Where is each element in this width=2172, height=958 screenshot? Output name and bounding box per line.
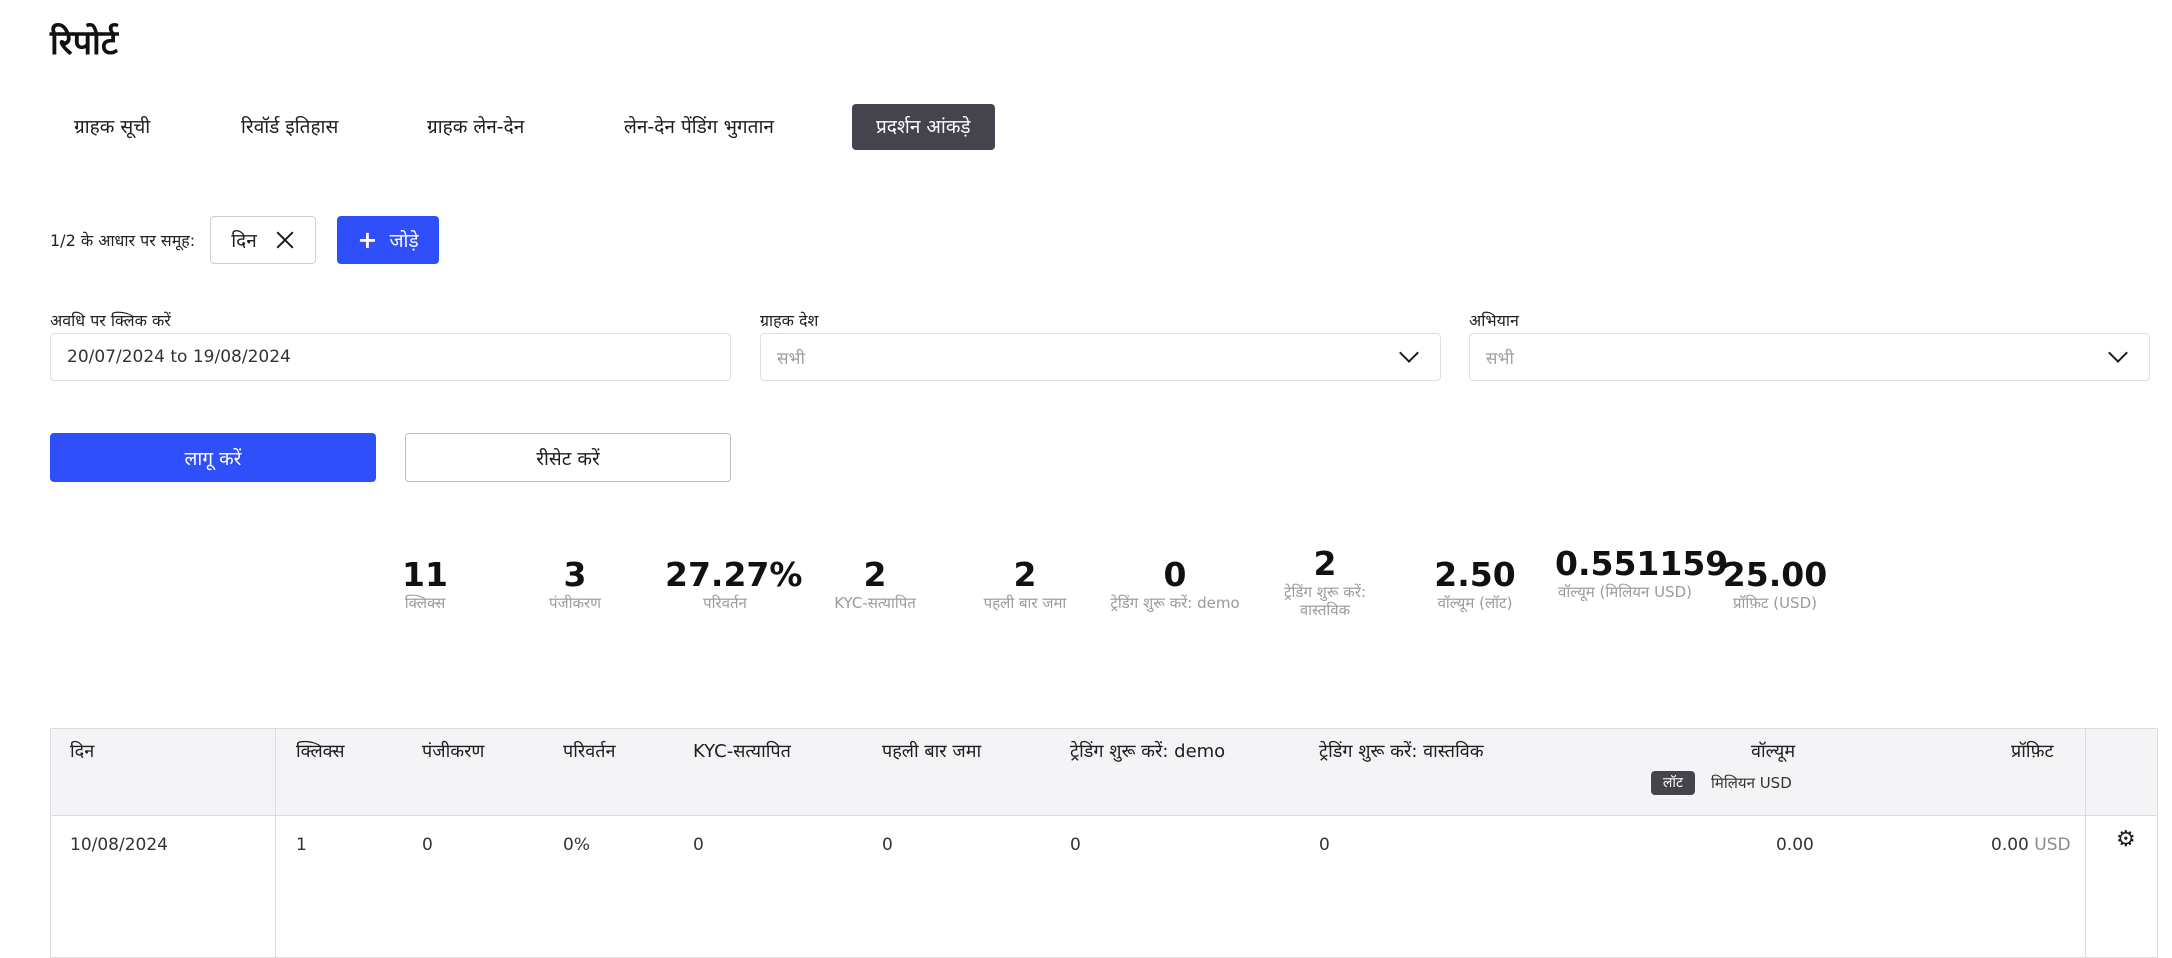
stats-table: दिन क्लिक्स पंजीकरण परिवर्तन KYC-सत्यापि… bbox=[50, 728, 2158, 958]
col-profit[interactable]: प्रॉफ़िट bbox=[2011, 739, 2054, 763]
period-value: 20/07/2024 to 19/08/2024 bbox=[67, 347, 291, 367]
stat-label: ट्रेडिंग शुरू करें: वास्तविक bbox=[1283, 582, 1366, 619]
close-icon[interactable] bbox=[275, 230, 295, 250]
cell-clicks: 1 bbox=[296, 835, 307, 855]
volume-toggle-lots[interactable]: लॉट bbox=[1651, 771, 1695, 795]
tab-performance-stats[interactable]: प्रदर्शन आंकड़े bbox=[852, 104, 995, 150]
plus-icon: + bbox=[357, 226, 378, 254]
cell-registrations: 0 bbox=[422, 835, 433, 855]
stat-label: वॉल्यूम (मिलियन USD) bbox=[1558, 582, 1692, 601]
stat-trading-demo: 0 ट्रेडिंग शुरू करें: demo bbox=[1100, 556, 1250, 612]
stat-label: ट्रेडिंग शुरू करें: demo bbox=[1110, 593, 1240, 612]
period-field[interactable]: 20/07/2024 to 19/08/2024 bbox=[50, 333, 731, 381]
apply-button[interactable]: लागू करें bbox=[50, 433, 376, 482]
cell-trading-demo: 0 bbox=[1070, 835, 1081, 855]
tab-customer-transactions[interactable]: ग्राहक लेन-देन bbox=[403, 104, 548, 150]
campaign-label: अभियान bbox=[1469, 311, 1519, 330]
stat-value: 2 bbox=[1013, 555, 1037, 594]
table-header: दिन क्लिक्स पंजीकरण परिवर्तन KYC-सत्यापि… bbox=[51, 729, 2157, 816]
country-label: ग्राहक देश bbox=[760, 311, 819, 330]
chevron-down-icon bbox=[2108, 343, 2128, 363]
stat-value: 2 bbox=[1313, 544, 1337, 583]
stat-value: 0 bbox=[1163, 555, 1187, 594]
reset-button[interactable]: रीसेट करें bbox=[405, 433, 731, 482]
stat-profit: 25.00 प्रॉफ़िट (USD) bbox=[1715, 556, 1835, 612]
stat-kyc: 2 KYC-सत्यापित bbox=[815, 556, 935, 612]
stat-volume-lots: 2.50 वॉल्यूम (लॉट) bbox=[1415, 556, 1535, 612]
col-day[interactable]: दिन bbox=[70, 739, 94, 763]
add-group-label: जोड़े bbox=[389, 230, 419, 252]
stat-value: 27.27% bbox=[665, 555, 803, 594]
stat-registrations: 3 पंजीकरण bbox=[525, 556, 625, 612]
stat-conversion: 27.27% परिवर्तन bbox=[665, 555, 803, 612]
group-by-label: 1/2 के आधार पर समूह: bbox=[50, 231, 196, 250]
chevron-down-icon bbox=[1399, 343, 1419, 363]
cell-volume: 0.00 bbox=[1776, 835, 1814, 855]
add-group-button[interactable]: + जोड़े bbox=[337, 216, 439, 264]
stat-label: क्लिक्स bbox=[404, 593, 446, 612]
cell-profit: 0.00 USD bbox=[1991, 835, 2071, 855]
stat-trading-real: 2 ट्रेडिंग शुरू करें: वास्तविक bbox=[1275, 545, 1375, 619]
stat-label: वॉल्यूम (लॉट) bbox=[1437, 593, 1513, 612]
stat-label: पहली बार जमा bbox=[983, 593, 1067, 612]
stat-value: 0.551159 bbox=[1555, 544, 1729, 583]
stat-label: KYC-सत्यापित bbox=[834, 593, 916, 612]
group-by-chip: दिन bbox=[210, 216, 316, 264]
col-trading-real[interactable]: ट्रेडिंग शुरू करें: वास्तविक bbox=[1319, 739, 1484, 763]
column-divider bbox=[275, 729, 276, 957]
col-clicks[interactable]: क्लिक्स bbox=[296, 739, 345, 763]
period-label: अवधि पर क्लिक करें bbox=[50, 311, 171, 330]
cell-trading-real: 0 bbox=[1319, 835, 1330, 855]
cell-profit-value: 0.00 bbox=[1991, 835, 2029, 855]
col-volume[interactable]: वॉल्यूम bbox=[1751, 739, 1795, 763]
column-divider bbox=[2085, 729, 2086, 957]
country-placeholder: सभी bbox=[777, 348, 805, 369]
group-by-chip-label: दिन bbox=[231, 230, 257, 252]
stat-first-deposit: 2 पहली बार जमा bbox=[965, 556, 1085, 612]
col-trading-demo[interactable]: ट्रेडिंग शुरू करें: demo bbox=[1070, 739, 1225, 763]
stat-clicks: 11 क्लिक्स bbox=[380, 556, 470, 612]
cell-kyc: 0 bbox=[693, 835, 704, 855]
stat-volume-usd: 0.551159 वॉल्यूम (मिलियन USD) bbox=[1555, 544, 1729, 601]
stat-label: प्रॉफ़िट (USD) bbox=[1733, 593, 1817, 612]
stat-value: 11 bbox=[402, 555, 448, 594]
gear-icon[interactable]: ⚙ bbox=[2116, 827, 2136, 852]
campaign-placeholder: सभी bbox=[1486, 348, 1514, 369]
cell-day: 10/08/2024 bbox=[70, 835, 168, 855]
cell-conversion: 0% bbox=[563, 835, 590, 855]
stat-value: 3 bbox=[563, 555, 587, 594]
tab-reward-history[interactable]: रिवॉर्ड इतिहास bbox=[217, 104, 362, 150]
stat-label: पंजीकरण bbox=[548, 593, 602, 612]
col-kyc[interactable]: KYC-सत्यापित bbox=[693, 739, 791, 763]
stat-value: 2.50 bbox=[1434, 555, 1516, 594]
col-registrations[interactable]: पंजीकरण bbox=[422, 739, 484, 763]
col-conversion[interactable]: परिवर्तन bbox=[563, 739, 616, 763]
stat-value: 2 bbox=[863, 555, 887, 594]
stat-value: 25.00 bbox=[1722, 555, 1828, 594]
tab-customer-list[interactable]: ग्राहक सूची bbox=[50, 104, 174, 150]
stat-label: परिवर्तन bbox=[703, 593, 747, 612]
country-select[interactable]: सभी bbox=[760, 333, 1441, 381]
cell-profit-unit: USD bbox=[2034, 835, 2071, 855]
campaign-select[interactable]: सभी bbox=[1469, 333, 2150, 381]
col-first-deposit[interactable]: पहली बार जमा bbox=[882, 739, 981, 763]
cell-first-deposit: 0 bbox=[882, 835, 893, 855]
page-title: रिपोर्ट bbox=[50, 23, 118, 63]
tab-pending-payments[interactable]: लेन-देन पेंडिंग भुगतान bbox=[600, 104, 798, 150]
volume-toggle-million-usd[interactable]: मिलियन USD bbox=[1711, 773, 1792, 793]
